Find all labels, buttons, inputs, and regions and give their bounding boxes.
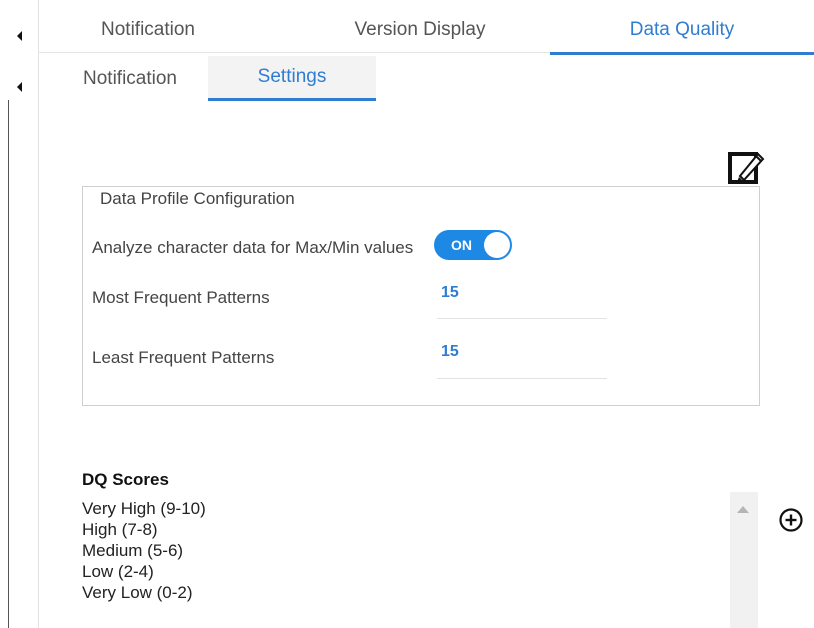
toggle-knob <box>484 232 510 258</box>
pencil-edit-icon[interactable] <box>726 146 766 186</box>
dq-scores-list[interactable]: Very High (9-10) High (7-8) Medium (5-6)… <box>82 498 206 603</box>
subtab-settings[interactable]: Settings <box>208 56 376 98</box>
tab-notification[interactable]: Notification <box>60 19 236 41</box>
most-frequent-label: Most Frequent Patterns <box>92 288 270 307</box>
rail-divider <box>8 100 9 628</box>
least-frequent-value[interactable]: 15 <box>441 343 459 361</box>
list-item[interactable]: Very Low (0-2) <box>82 582 206 603</box>
caret-left-icon[interactable] <box>17 31 22 41</box>
plus-circle-icon[interactable] <box>778 507 804 533</box>
caret-left-icon[interactable] <box>17 82 22 92</box>
dq-scores-title: DQ Scores <box>82 470 169 489</box>
most-frequent-underline <box>437 318 607 319</box>
least-frequent-label: Least Frequent Patterns <box>92 348 275 367</box>
tab-version-display[interactable]: Version Display <box>315 19 525 41</box>
active-subtab-indicator <box>208 98 376 101</box>
subtab-notification[interactable]: Notification <box>50 68 210 90</box>
toggle-state-label: ON <box>451 237 472 253</box>
list-item[interactable]: High (7-8) <box>82 519 206 540</box>
list-item[interactable]: Low (2-4) <box>82 561 206 582</box>
most-frequent-value[interactable]: 15 <box>441 284 459 302</box>
scroll-up-icon[interactable] <box>737 506 749 513</box>
analyze-char-label: Analyze character data for Max/Min value… <box>92 238 414 257</box>
tab-data-quality[interactable]: Data Quality <box>550 19 814 41</box>
data-profile-legend: Data Profile Configuration <box>94 189 301 209</box>
list-item[interactable]: Very High (9-10) <box>82 498 206 519</box>
list-item[interactable]: Medium (5-6) <box>82 540 206 561</box>
active-tab-indicator <box>550 52 814 55</box>
left-rail <box>0 0 39 628</box>
analyze-char-toggle[interactable]: ON <box>434 230 512 260</box>
least-frequent-underline <box>437 378 607 379</box>
